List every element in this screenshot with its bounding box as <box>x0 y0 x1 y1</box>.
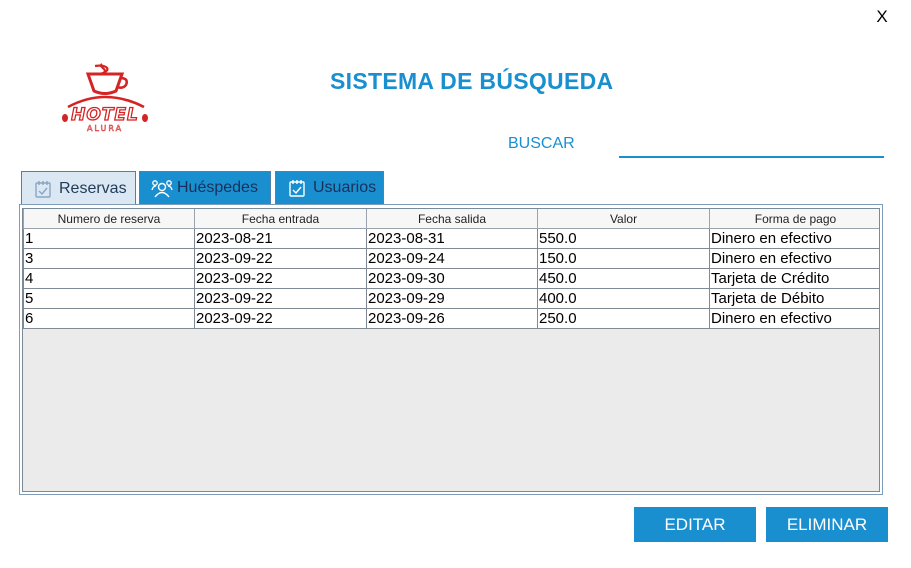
column-header[interactable]: Valor <box>537 209 710 229</box>
table-cell[interactable]: 3 <box>23 248 195 269</box>
tab-usuarios[interactable]: Usuarios <box>275 171 384 204</box>
column-header[interactable]: Forma de pago <box>709 209 879 229</box>
tab-huespedes[interactable]: Huéspedes <box>139 171 271 204</box>
tab-huespedes-label: Huéspedes <box>177 179 258 196</box>
table-cell[interactable]: Dinero en efectivo <box>709 248 879 269</box>
reservas-panel: Numero de reserva Fecha entrada Fecha sa… <box>19 204 883 495</box>
table-cell[interactable]: 2023-09-24 <box>366 248 538 269</box>
search-label: BUSCAR <box>508 135 575 152</box>
table-cell[interactable]: 4 <box>23 268 195 289</box>
table-cell[interactable]: Dinero en efectivo <box>709 308 879 329</box>
table-cell[interactable]: 2023-09-22 <box>194 248 367 269</box>
table-cell[interactable]: 400.0 <box>537 288 710 309</box>
tab-usuarios-label: Usuarios <box>313 179 377 196</box>
table-row[interactable]: 3 2023-09-22 2023-09-24 150.0 Dinero en … <box>23 248 879 269</box>
table-cell[interactable]: 150.0 <box>537 248 710 269</box>
column-header[interactable]: Numero de reserva <box>23 209 195 229</box>
table-cell[interactable]: Tarjeta de Débito <box>709 288 879 309</box>
table-cell[interactable]: 2023-09-22 <box>194 288 367 309</box>
hotel-alura-logo: HOTEL ALURA <box>58 60 152 136</box>
table-header-row: Numero de reserva Fecha entrada Fecha sa… <box>23 209 879 229</box>
guests-icon <box>151 178 173 198</box>
column-header[interactable]: Fecha entrada <box>194 209 367 229</box>
reservas-table-scroll[interactable]: Numero de reserva Fecha entrada Fecha sa… <box>22 208 880 492</box>
table-cell[interactable]: 5 <box>23 288 195 309</box>
tab-reservas-label: Reservas <box>59 179 127 197</box>
table-cell[interactable]: 2023-09-30 <box>366 268 538 289</box>
table-row[interactable]: 5 2023-09-22 2023-09-29 400.0 Tarjeta de… <box>23 288 879 309</box>
table-cell[interactable]: 2023-09-22 <box>194 308 367 329</box>
search-input[interactable] <box>619 134 884 158</box>
table-cell[interactable]: 2023-09-22 <box>194 268 367 289</box>
table-row[interactable]: 4 2023-09-22 2023-09-30 450.0 Tarjeta de… <box>23 268 879 289</box>
table-row[interactable]: 6 2023-09-22 2023-09-26 250.0 Dinero en … <box>23 308 879 329</box>
table-cell[interactable]: 6 <box>23 308 195 329</box>
table-cell[interactable]: 550.0 <box>537 228 710 249</box>
tab-reservas[interactable]: Reservas <box>21 171 136 205</box>
table-cell[interactable]: 2023-09-29 <box>366 288 538 309</box>
table-cell[interactable]: 2023-09-26 <box>366 308 538 329</box>
delete-button[interactable]: ELIMINAR <box>766 507 888 542</box>
table-cell[interactable]: 250.0 <box>537 308 710 329</box>
users-calendar-icon <box>287 178 307 198</box>
page-title: SISTEMA DE BÚSQUEDA <box>330 68 614 94</box>
table-cell[interactable]: Tarjeta de Crédito <box>709 268 879 289</box>
logo-brand-text: HOTEL <box>71 105 139 125</box>
logo-sub-text: ALURA <box>87 124 123 133</box>
table-cell[interactable]: 2023-08-21 <box>194 228 367 249</box>
reservas-table: Numero de reserva Fecha entrada Fecha sa… <box>23 209 879 329</box>
table-row[interactable]: 1 2023-08-21 2023-08-31 550.0 Dinero en … <box>23 228 879 249</box>
column-header[interactable]: Fecha salida <box>366 209 538 229</box>
table-cell[interactable]: 450.0 <box>537 268 710 289</box>
calendar-icon <box>33 179 53 199</box>
table-cell[interactable]: Dinero en efectivo <box>709 228 879 249</box>
close-button[interactable]: X <box>872 6 892 28</box>
edit-button[interactable]: EDITAR <box>634 507 756 542</box>
table-cell[interactable]: 2023-08-31 <box>366 228 538 249</box>
table-cell[interactable]: 1 <box>23 228 195 249</box>
